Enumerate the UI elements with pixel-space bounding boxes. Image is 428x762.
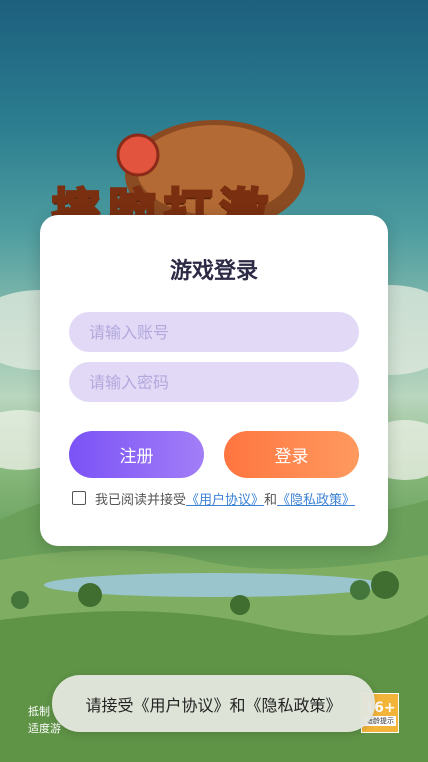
password-input[interactable] <box>69 362 359 402</box>
login-button[interactable]: 登录 <box>224 431 359 478</box>
toast-message: 请接受《用户协议》和《隐私政策》 <box>52 675 375 732</box>
agreement-row: 我已阅读并接受 《用户协议》 和 《隐私政策》 <box>72 489 355 508</box>
privacy-policy-link[interactable]: 《隐私政策》 <box>277 489 355 508</box>
agreement-prefix: 我已阅读并接受 <box>95 492 187 508</box>
account-input[interactable] <box>69 312 359 352</box>
login-dialog: 游戏登录 注册 登录 我已阅读并接受 《用户协议》 和 《隐私政策》 <box>40 215 388 546</box>
agreement-and: 和 <box>264 492 278 508</box>
dialog-title: 游戏登录 <box>169 259 258 284</box>
agreement-checkbox[interactable] <box>72 491 86 505</box>
register-button[interactable]: 注册 <box>69 431 204 478</box>
user-agreement-link[interactable]: 《用户协议》 <box>186 489 264 508</box>
